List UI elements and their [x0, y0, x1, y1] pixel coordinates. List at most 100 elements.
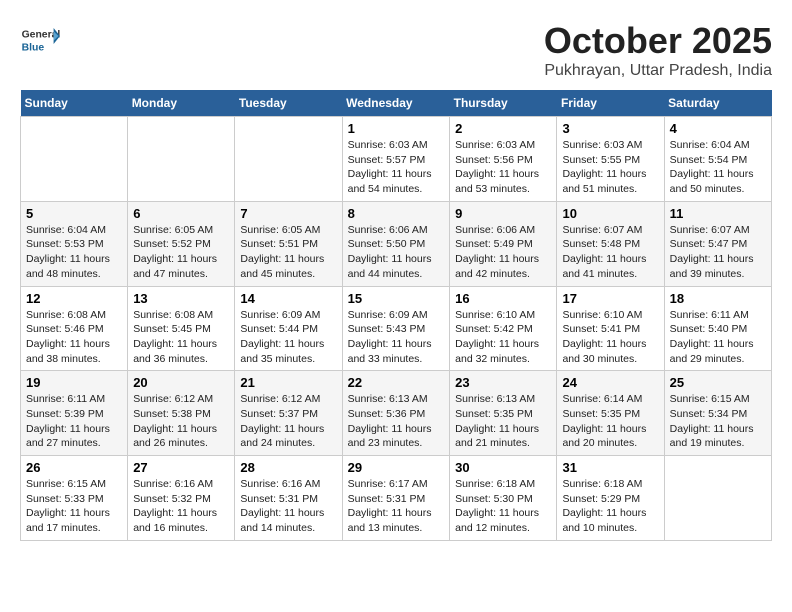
- calendar-cell: 12 Sunrise: 6:08 AM Sunset: 5:46 PM Dayli…: [21, 286, 128, 371]
- day-number: 27: [133, 460, 229, 475]
- day-info: Sunrise: 6:12 AM Sunset: 5:38 PM Dayligh…: [133, 392, 229, 451]
- day-number: 16: [455, 291, 551, 306]
- day-info: Sunrise: 6:14 AM Sunset: 5:35 PM Dayligh…: [562, 392, 658, 451]
- day-info: Sunrise: 6:16 AM Sunset: 5:31 PM Dayligh…: [240, 477, 336, 536]
- day-info: Sunrise: 6:03 AM Sunset: 5:55 PM Dayligh…: [562, 138, 658, 197]
- day-number: 21: [240, 375, 336, 390]
- day-info: Sunrise: 6:12 AM Sunset: 5:37 PM Dayligh…: [240, 392, 336, 451]
- calendar-cell: 27 Sunrise: 6:16 AM Sunset: 5:32 PM Dayli…: [128, 456, 235, 541]
- calendar-cell: 29 Sunrise: 6:17 AM Sunset: 5:31 PM Dayli…: [342, 456, 450, 541]
- calendar-cell: 26 Sunrise: 6:15 AM Sunset: 5:33 PM Dayli…: [21, 456, 128, 541]
- calendar-cell: 23 Sunrise: 6:13 AM Sunset: 5:35 PM Dayli…: [450, 371, 557, 456]
- day-info: Sunrise: 6:13 AM Sunset: 5:36 PM Dayligh…: [348, 392, 445, 451]
- day-info: Sunrise: 6:15 AM Sunset: 5:34 PM Dayligh…: [670, 392, 766, 451]
- day-info: Sunrise: 6:05 AM Sunset: 5:52 PM Dayligh…: [133, 223, 229, 282]
- calendar-cell: 3 Sunrise: 6:03 AM Sunset: 5:55 PM Daylig…: [557, 117, 664, 202]
- day-number: 5: [26, 206, 122, 221]
- day-info: Sunrise: 6:17 AM Sunset: 5:31 PM Dayligh…: [348, 477, 445, 536]
- day-info: Sunrise: 6:13 AM Sunset: 5:35 PM Dayligh…: [455, 392, 551, 451]
- day-number: 29: [348, 460, 445, 475]
- calendar-cell: 31Sunrise: 6:18 AM Sunset: 5:29 PM Dayli…: [557, 456, 664, 541]
- day-info: Sunrise: 6:15 AM Sunset: 5:33 PM Dayligh…: [26, 477, 122, 536]
- calendar-table: SundayMondayTuesdayWednesdayThursdayFrid…: [20, 90, 772, 541]
- day-info: Sunrise: 6:03 AM Sunset: 5:57 PM Dayligh…: [348, 138, 445, 197]
- location-subtitle: Pukhrayan, Uttar Pradesh, India: [544, 62, 772, 80]
- day-info: Sunrise: 6:07 AM Sunset: 5:48 PM Dayligh…: [562, 223, 658, 282]
- day-number: 7: [240, 206, 336, 221]
- calendar-week-row: 1 Sunrise: 6:03 AM Sunset: 5:57 PM Daylig…: [21, 117, 772, 202]
- svg-text:Blue: Blue: [22, 42, 45, 53]
- calendar-cell: 10Sunrise: 6:07 AM Sunset: 5:48 PM Dayli…: [557, 201, 664, 286]
- day-of-week-header: Friday: [557, 90, 664, 117]
- calendar-cell: 2Sunrise: 6:03 AM Sunset: 5:56 PM Daylig…: [450, 117, 557, 202]
- day-info: Sunrise: 6:04 AM Sunset: 5:54 PM Dayligh…: [670, 138, 766, 197]
- calendar-week-row: 19Sunrise: 6:11 AM Sunset: 5:39 PM Dayli…: [21, 371, 772, 456]
- month-title: October 2025: [544, 20, 772, 62]
- day-number: 18: [670, 291, 766, 306]
- calendar-week-row: 26 Sunrise: 6:15 AM Sunset: 5:33 PM Dayli…: [21, 456, 772, 541]
- day-number: 15: [348, 291, 445, 306]
- day-info: Sunrise: 6:18 AM Sunset: 5:29 PM Dayligh…: [562, 477, 658, 536]
- calendar-cell: 21 Sunrise: 6:12 AM Sunset: 5:37 PM Dayli…: [235, 371, 342, 456]
- day-number: 9: [455, 206, 551, 221]
- day-info: Sunrise: 6:06 AM Sunset: 5:50 PM Dayligh…: [348, 223, 445, 282]
- day-of-week-header: Tuesday: [235, 90, 342, 117]
- day-number: 20: [133, 375, 229, 390]
- calendar-week-row: 5Sunrise: 6:04 AM Sunset: 5:53 PM Daylig…: [21, 201, 772, 286]
- day-of-week-header: Thursday: [450, 90, 557, 117]
- day-number: 2: [455, 121, 551, 136]
- day-info: Sunrise: 6:11 AM Sunset: 5:40 PM Dayligh…: [670, 308, 766, 367]
- day-of-week-header: Saturday: [664, 90, 771, 117]
- calendar-cell: [128, 117, 235, 202]
- day-number: 23: [455, 375, 551, 390]
- calendar-cell: 30Sunrise: 6:18 AM Sunset: 5:30 PM Dayli…: [450, 456, 557, 541]
- calendar-cell: 11Sunrise: 6:07 AM Sunset: 5:47 PM Dayli…: [664, 201, 771, 286]
- day-number: 26: [26, 460, 122, 475]
- day-of-week-header: Sunday: [21, 90, 128, 117]
- day-number: 14: [240, 291, 336, 306]
- day-info: Sunrise: 6:05 AM Sunset: 5:51 PM Dayligh…: [240, 223, 336, 282]
- day-info: Sunrise: 6:11 AM Sunset: 5:39 PM Dayligh…: [26, 392, 122, 451]
- calendar-cell: 28 Sunrise: 6:16 AM Sunset: 5:31 PM Dayli…: [235, 456, 342, 541]
- day-number: 3: [562, 121, 658, 136]
- day-number: 4: [670, 121, 766, 136]
- calendar-cell: 8Sunrise: 6:06 AM Sunset: 5:50 PM Daylig…: [342, 201, 450, 286]
- day-number: 30: [455, 460, 551, 475]
- day-info: Sunrise: 6:10 AM Sunset: 5:41 PM Dayligh…: [562, 308, 658, 367]
- day-info: Sunrise: 6:16 AM Sunset: 5:32 PM Dayligh…: [133, 477, 229, 536]
- day-number: 22: [348, 375, 445, 390]
- calendar-cell: [21, 117, 128, 202]
- calendar-cell: 20 Sunrise: 6:12 AM Sunset: 5:38 PM Dayli…: [128, 371, 235, 456]
- calendar-cell: 5Sunrise: 6:04 AM Sunset: 5:53 PM Daylig…: [21, 201, 128, 286]
- calendar-cell: 22 Sunrise: 6:13 AM Sunset: 5:36 PM Dayli…: [342, 371, 450, 456]
- calendar-header-row: SundayMondayTuesdayWednesdayThursdayFrid…: [21, 90, 772, 117]
- day-number: 1: [348, 121, 445, 136]
- day-number: 28: [240, 460, 336, 475]
- day-number: 11: [670, 206, 766, 221]
- day-info: Sunrise: 6:08 AM Sunset: 5:45 PM Dayligh…: [133, 308, 229, 367]
- day-number: 12: [26, 291, 122, 306]
- logo: General Blue: [20, 20, 64, 60]
- day-info: Sunrise: 6:09 AM Sunset: 5:44 PM Dayligh…: [240, 308, 336, 367]
- logo-icon: General Blue: [20, 20, 60, 60]
- calendar-cell: 18 Sunrise: 6:11 AM Sunset: 5:40 PM Dayli…: [664, 286, 771, 371]
- calendar-cell: 1 Sunrise: 6:03 AM Sunset: 5:57 PM Daylig…: [342, 117, 450, 202]
- day-number: 25: [670, 375, 766, 390]
- calendar-cell: 6 Sunrise: 6:05 AM Sunset: 5:52 PM Daylig…: [128, 201, 235, 286]
- calendar-week-row: 12 Sunrise: 6:08 AM Sunset: 5:46 PM Dayli…: [21, 286, 772, 371]
- calendar-cell: 17 Sunrise: 6:10 AM Sunset: 5:41 PM Dayli…: [557, 286, 664, 371]
- page-header: General Blue October 2025 Pukhrayan, Utt…: [20, 20, 772, 80]
- calendar-cell: 7 Sunrise: 6:05 AM Sunset: 5:51 PM Daylig…: [235, 201, 342, 286]
- calendar-cell: [235, 117, 342, 202]
- calendar-cell: 25 Sunrise: 6:15 AM Sunset: 5:34 PM Dayli…: [664, 371, 771, 456]
- calendar-cell: 19Sunrise: 6:11 AM Sunset: 5:39 PM Dayli…: [21, 371, 128, 456]
- calendar-cell: 15 Sunrise: 6:09 AM Sunset: 5:43 PM Dayli…: [342, 286, 450, 371]
- day-info: Sunrise: 6:08 AM Sunset: 5:46 PM Dayligh…: [26, 308, 122, 367]
- calendar-cell: 16Sunrise: 6:10 AM Sunset: 5:42 PM Dayli…: [450, 286, 557, 371]
- day-number: 6: [133, 206, 229, 221]
- calendar-cell: 4 Sunrise: 6:04 AM Sunset: 5:54 PM Daylig…: [664, 117, 771, 202]
- day-info: Sunrise: 6:09 AM Sunset: 5:43 PM Dayligh…: [348, 308, 445, 367]
- title-area: October 2025 Pukhrayan, Uttar Pradesh, I…: [544, 20, 772, 80]
- day-number: 17: [562, 291, 658, 306]
- day-info: Sunrise: 6:06 AM Sunset: 5:49 PM Dayligh…: [455, 223, 551, 282]
